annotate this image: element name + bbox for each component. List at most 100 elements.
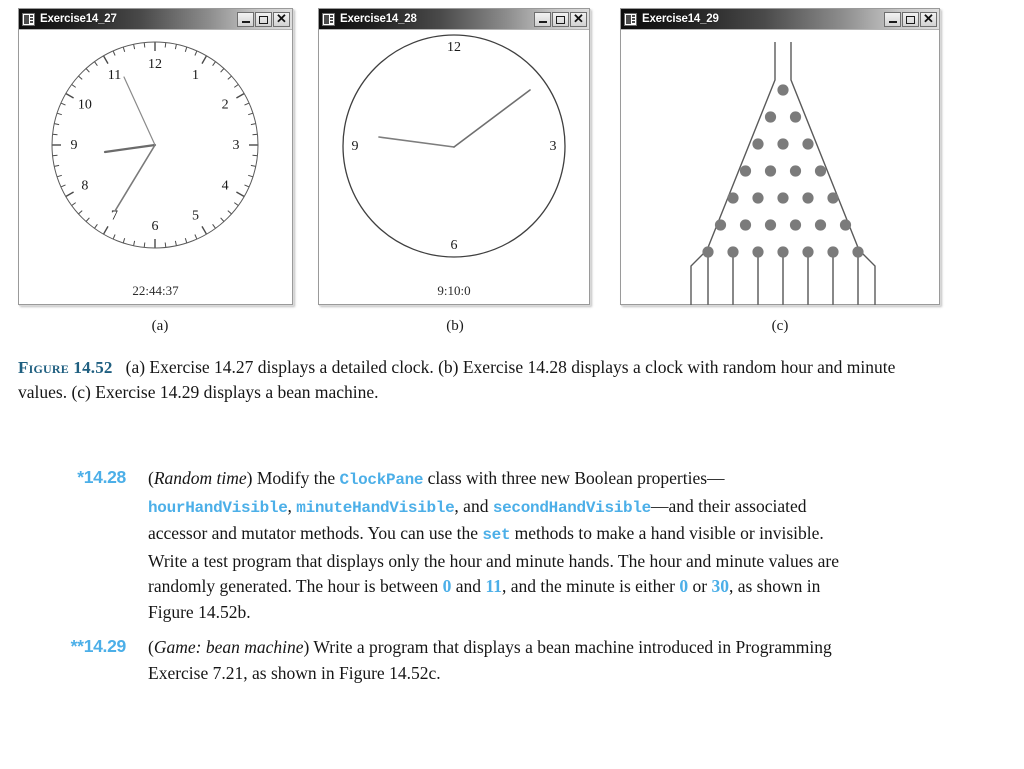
app-icon bbox=[22, 12, 35, 26]
bean-peg bbox=[789, 219, 802, 231]
clock-time-label: 9:10:0 bbox=[437, 283, 471, 298]
app-icon bbox=[322, 12, 335, 26]
exercise-title: Random time bbox=[153, 468, 247, 488]
bean-peg bbox=[752, 192, 764, 204]
bean-peg bbox=[764, 111, 777, 123]
ex28-num-30: 30 bbox=[711, 576, 729, 596]
maximize-icon[interactable] bbox=[552, 11, 569, 27]
clock-number: 10 bbox=[78, 98, 92, 113]
clock-number: 6 bbox=[152, 219, 159, 234]
ex28-code-secondhandvisible: secondHandVisible bbox=[492, 498, 651, 517]
bean-peg bbox=[802, 192, 814, 204]
ex28-p1: ) Modify the bbox=[246, 468, 340, 488]
window-body-detailed-clock: 12 1 2 3 4 5 6 7 8 9 10 11 22:44:37 bbox=[19, 29, 292, 304]
exercise-title: Game: bean machine bbox=[153, 637, 304, 657]
clock-number: 3 bbox=[233, 138, 240, 153]
ex28-p7: and bbox=[451, 576, 486, 596]
titlebar-exercise14-28[interactable]: Exercise14_28 ✕ bbox=[319, 9, 589, 29]
exercise-number: **14.29 bbox=[70, 636, 127, 656]
bean-machine-graphic bbox=[690, 42, 876, 305]
bean-peg bbox=[714, 219, 727, 231]
close-icon[interactable]: ✕ bbox=[920, 11, 937, 27]
sublabel-b: (b) bbox=[446, 318, 464, 334]
bean-peg bbox=[814, 219, 827, 231]
ex28-code-set: set bbox=[482, 526, 511, 544]
window-title: Exercise14_29 bbox=[642, 13, 719, 25]
bean-peg bbox=[839, 219, 852, 231]
bean-peg bbox=[827, 246, 839, 258]
clock-number: 1 bbox=[192, 68, 199, 83]
bean-peg bbox=[777, 84, 789, 96]
bean-peg bbox=[814, 165, 827, 177]
clock-number: 9 bbox=[352, 139, 359, 154]
exercise-text: (Random time) Modify the ClockPane class… bbox=[148, 468, 840, 622]
bean-peg bbox=[827, 192, 839, 204]
detailed-clock-graphic: 121234567891011 bbox=[51, 41, 259, 249]
window-title: Exercise14_28 bbox=[340, 13, 417, 25]
clock-number: 5 bbox=[192, 208, 199, 223]
clock-time-label: 22:44:37 bbox=[132, 283, 179, 298]
bean-peg bbox=[739, 165, 752, 177]
bean-peg bbox=[777, 246, 789, 258]
window-title: Exercise14_27 bbox=[40, 13, 117, 25]
minimize-icon[interactable] bbox=[534, 11, 551, 27]
bean-peg bbox=[802, 138, 814, 150]
minimize-icon[interactable] bbox=[884, 11, 901, 27]
maximize-icon[interactable] bbox=[255, 11, 272, 27]
window-exercise14-27[interactable]: Exercise14_27 ✕ 12 1 2 3 4 5 6 7 8 9 10 11 22:44:37 bbox=[18, 8, 293, 305]
bean-peg bbox=[789, 111, 802, 123]
clock-number: 6 bbox=[451, 238, 458, 253]
simple-clock-graphic: 12 3 6 9 bbox=[342, 34, 566, 258]
minimize-icon[interactable] bbox=[237, 11, 254, 27]
window-body-simple-clock: 12 3 6 9 9:10:0 bbox=[319, 29, 589, 304]
titlebar-exercise14-29[interactable]: Exercise14_29 ✕ bbox=[621, 9, 939, 29]
window-exercise14-29[interactable]: Exercise14_29 ✕ bbox=[620, 8, 940, 305]
figure-caption-text: (a) Exercise 14.27 displays a detailed c… bbox=[18, 357, 896, 402]
bean-peg bbox=[702, 246, 714, 258]
bean-peg bbox=[764, 219, 777, 231]
bean-peg bbox=[777, 138, 789, 150]
ex28-code-minutehandvisible: minuteHandVisible bbox=[296, 498, 455, 517]
ex28-p4: , and bbox=[454, 495, 493, 516]
window-buttons: ✕ bbox=[534, 11, 587, 27]
ex28-code-hourhandvisible: hourHandVisible bbox=[148, 498, 288, 517]
clock-number: 12 bbox=[447, 40, 461, 55]
figure-label: Figure 14.52 bbox=[18, 358, 113, 377]
clock-number: 12 bbox=[148, 57, 162, 72]
ex28-code-clockpane: ClockPane bbox=[339, 471, 424, 489]
close-icon[interactable]: ✕ bbox=[570, 11, 587, 27]
ex28-num-11: 11 bbox=[485, 576, 502, 596]
exercise-14-29: **14.29 (Game: bean machine) Write a pro… bbox=[20, 635, 980, 686]
exercise-list: *14.28 (Random time) Modify the ClockPan… bbox=[20, 466, 980, 694]
bean-peg bbox=[727, 192, 739, 204]
exercise-14-28: *14.28 (Random time) Modify the ClockPan… bbox=[20, 466, 980, 625]
close-icon[interactable]: ✕ bbox=[273, 11, 290, 27]
window-exercise14-28[interactable]: Exercise14_28 ✕ 12 3 6 9 9:10:0 bbox=[318, 8, 590, 305]
clock-number: 2 bbox=[222, 98, 229, 113]
exercise-number: *14.28 bbox=[77, 467, 126, 487]
maximize-icon[interactable] bbox=[902, 11, 919, 27]
window-buttons: ✕ bbox=[884, 11, 937, 27]
clock-number: 9 bbox=[71, 138, 78, 153]
bean-peg bbox=[852, 246, 864, 258]
ex28-p3: , bbox=[287, 495, 297, 516]
bean-peg bbox=[802, 246, 814, 258]
ex28-p9: or bbox=[688, 576, 712, 596]
bean-peg bbox=[752, 138, 764, 150]
bean-peg bbox=[777, 192, 789, 204]
clock-number: 4 bbox=[222, 179, 229, 194]
bean-peg bbox=[727, 246, 739, 258]
bean-peg bbox=[752, 246, 764, 258]
ex28-p8: , and the minute is either bbox=[501, 576, 680, 596]
ex28-num-0b: 0 bbox=[679, 576, 689, 596]
window-buttons: ✕ bbox=[237, 11, 290, 27]
bean-peg bbox=[739, 219, 752, 231]
clock-number: 3 bbox=[550, 139, 557, 154]
ex28-p2: class with three new Boolean properties— bbox=[423, 468, 725, 488]
figure-caption: Figure 14.52 (a) Exercise 14.27 displays … bbox=[18, 355, 918, 405]
exercise-text: (Game: bean machine) Write a program tha… bbox=[148, 637, 832, 683]
window-body-bean-machine bbox=[621, 29, 939, 305]
titlebar-exercise14-27[interactable]: Exercise14_27 ✕ bbox=[19, 9, 292, 29]
clock-number: 11 bbox=[108, 68, 121, 83]
clock-number: 8 bbox=[81, 179, 88, 194]
